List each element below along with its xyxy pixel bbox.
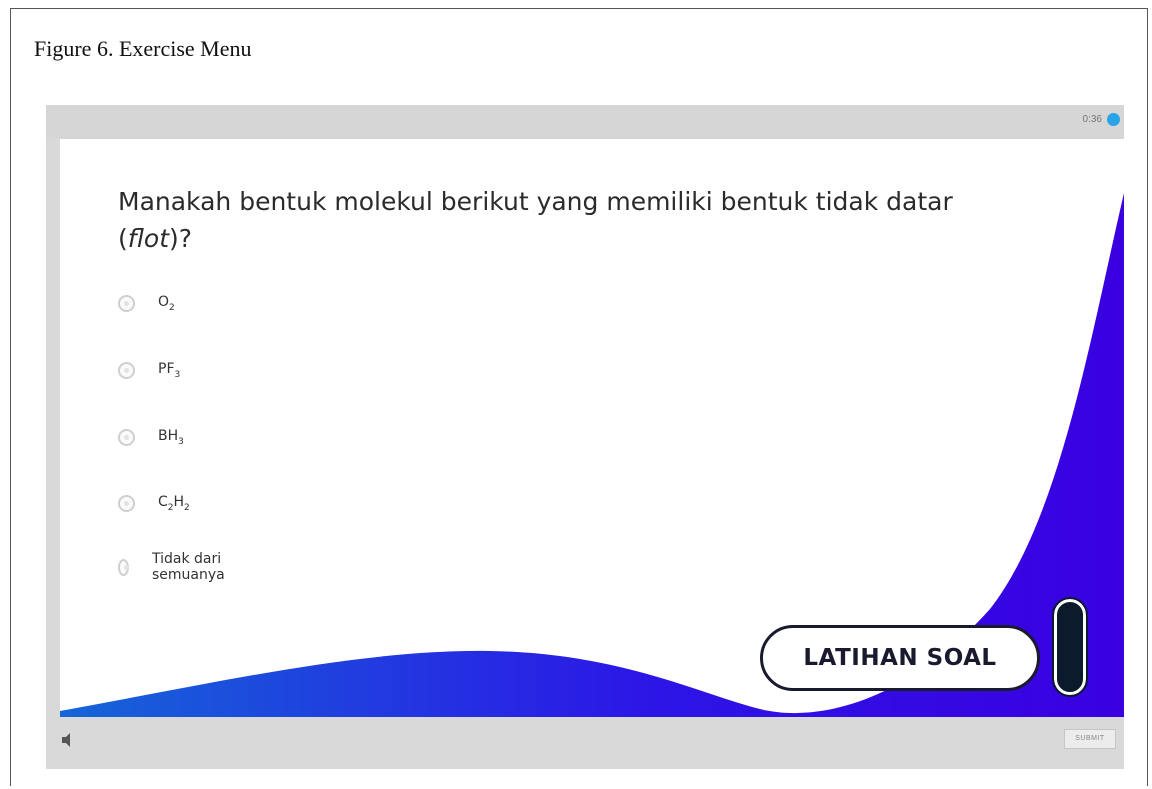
option-bh3[interactable]: BH3 — [118, 428, 184, 447]
radio-button[interactable] — [118, 361, 135, 379]
question-italic: flot — [127, 224, 170, 253]
latihan-soal-badge: LATIHAN SOAL — [760, 625, 1040, 691]
option-o2[interactable]: O2 — [118, 294, 175, 313]
quiz-slide: Manakah bentuk molekul berikut yang memi… — [60, 139, 1124, 717]
info-dot-icon[interactable] — [1107, 113, 1120, 126]
decorative-pill — [1052, 597, 1088, 697]
radio-button[interactable] — [118, 558, 129, 576]
submit-button[interactable]: SUBMIT — [1064, 729, 1116, 749]
player-bottombar: SUBMIT — [46, 717, 1124, 769]
timer-text: 0:36 — [1082, 114, 1102, 125]
badge-label: LATIHAN SOAL — [803, 645, 997, 671]
option-pf3[interactable]: PF3 — [118, 361, 180, 380]
question-main: Manakah bentuk molekul berikut yang memi… — [118, 187, 953, 253]
option-none[interactable]: Tidak dari semuanya — [118, 551, 231, 583]
question-end: )? — [169, 224, 193, 253]
option-label: C2H2 — [158, 494, 190, 513]
speaker-icon[interactable] — [62, 733, 74, 747]
option-label: BH3 — [158, 428, 184, 447]
question-text: Manakah bentuk molekul berikut yang memi… — [118, 183, 1018, 257]
option-c2h2[interactable]: C2H2 — [118, 494, 190, 513]
option-label: Tidak dari semuanya — [152, 551, 225, 583]
radio-button[interactable] — [118, 494, 135, 512]
figure-caption: Figure 6. Exercise Menu — [34, 36, 252, 61]
radio-button[interactable] — [118, 428, 135, 446]
radio-button[interactable] — [118, 294, 135, 312]
option-label: PF3 — [158, 361, 181, 380]
player-topbar: 0:36 — [46, 105, 1124, 139]
quiz-player: 0:36 Manakah bentuk molekul berikut yang… — [46, 105, 1124, 769]
option-label: O2 — [158, 294, 175, 313]
